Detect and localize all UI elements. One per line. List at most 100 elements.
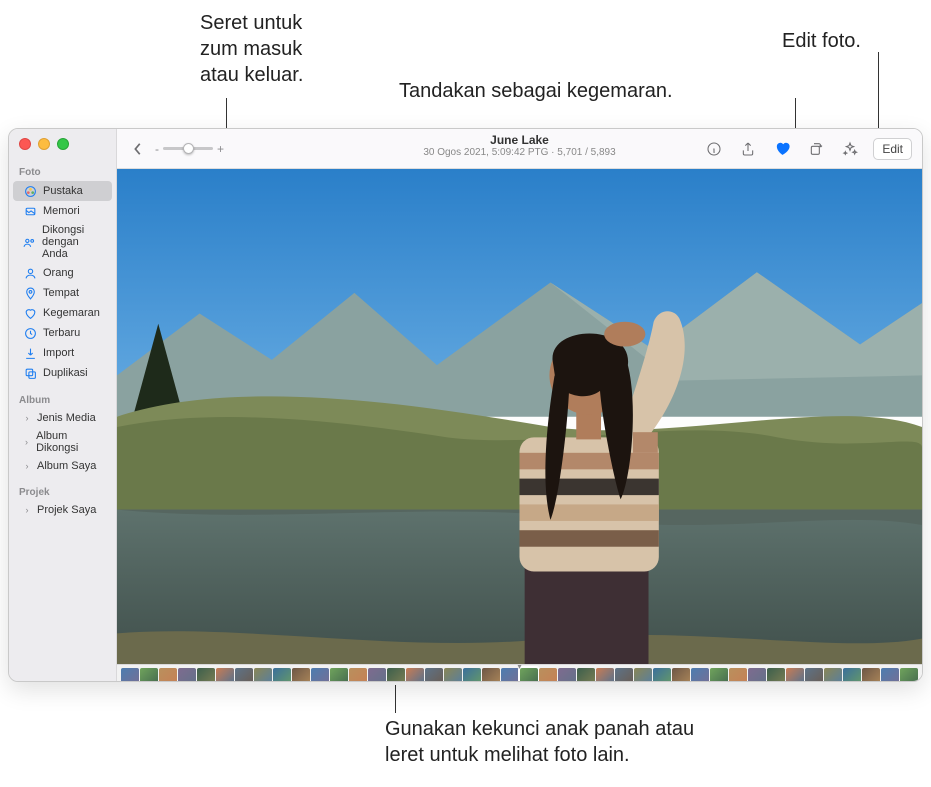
sidebar-item-label: Memori bbox=[43, 205, 80, 217]
thumbnail[interactable] bbox=[900, 668, 918, 682]
thumbnail[interactable] bbox=[862, 668, 880, 682]
thumbnail[interactable] bbox=[539, 668, 557, 682]
thumbnail[interactable] bbox=[615, 668, 633, 682]
chevron-right-icon: › bbox=[23, 437, 30, 447]
zoom-window-button[interactable] bbox=[57, 138, 69, 150]
current-thumb-marker: ▾ bbox=[517, 664, 521, 671]
info-button[interactable] bbox=[703, 138, 725, 160]
sidebar-header-projects: Projek bbox=[9, 481, 116, 501]
thumbnail[interactable] bbox=[558, 668, 576, 682]
heart-icon bbox=[23, 306, 37, 320]
chevron-right-icon: › bbox=[23, 413, 31, 423]
sidebar-item-orang[interactable]: Orang bbox=[13, 263, 112, 283]
thumbnail[interactable] bbox=[634, 668, 652, 682]
thumbnail[interactable] bbox=[577, 668, 595, 682]
thumbnail[interactable] bbox=[520, 668, 538, 682]
sidebar-header-photos: Foto bbox=[9, 161, 116, 181]
share-button[interactable] bbox=[737, 138, 759, 160]
zoom-slider[interactable]: - + bbox=[155, 142, 237, 156]
sidebar-item-album-saya[interactable]: › Album Saya bbox=[13, 457, 112, 475]
sidebar-item-label: Jenis Media bbox=[37, 412, 96, 424]
rotate-button[interactable] bbox=[805, 138, 827, 160]
thumbnail[interactable] bbox=[273, 668, 291, 682]
sidebar-item-label: Album Dikongsi bbox=[36, 430, 104, 454]
thumbnail[interactable] bbox=[767, 668, 785, 682]
sidebar-item-pustaka[interactable]: Pustaka bbox=[13, 181, 112, 201]
thumbnail[interactable] bbox=[463, 668, 481, 682]
callout-zoom: Seret untuk zum masuk atau keluar. bbox=[200, 10, 370, 88]
sidebar-item-dikongsi[interactable]: Dikongsi dengan Anda bbox=[13, 221, 112, 263]
thumbnail[interactable] bbox=[786, 668, 804, 682]
thumbnail[interactable] bbox=[824, 668, 842, 682]
thumbnail[interactable] bbox=[748, 668, 766, 682]
zoom-plus: + bbox=[217, 142, 224, 156]
sidebar-item-label: Terbaru bbox=[43, 327, 80, 339]
thumbnail[interactable] bbox=[596, 668, 614, 682]
thumbnail[interactable] bbox=[197, 668, 215, 682]
thumbnail[interactable] bbox=[482, 668, 500, 682]
thumbnail[interactable] bbox=[710, 668, 728, 682]
sidebar-item-tempat[interactable]: Tempat bbox=[13, 283, 112, 303]
thumbnail[interactable] bbox=[425, 668, 443, 682]
sidebar-item-jenis-media[interactable]: › Jenis Media bbox=[13, 409, 112, 427]
thumbnail-strip[interactable]: ▾ bbox=[117, 664, 922, 682]
duplicate-icon bbox=[23, 366, 37, 380]
import-icon bbox=[23, 346, 37, 360]
zoom-slider-track[interactable] bbox=[163, 147, 213, 150]
sidebar-item-label: Tempat bbox=[43, 287, 79, 299]
thumbnail[interactable] bbox=[805, 668, 823, 682]
shared-icon bbox=[23, 235, 36, 249]
thumbnail[interactable] bbox=[311, 668, 329, 682]
back-button[interactable] bbox=[127, 138, 149, 160]
thumbnail[interactable] bbox=[672, 668, 690, 682]
edit-button[interactable]: Edit bbox=[873, 138, 912, 160]
callout-favorite: Tandakan sebagai kegemaran. bbox=[399, 78, 673, 104]
sidebar-item-import[interactable]: Import bbox=[13, 343, 112, 363]
thumbnail[interactable] bbox=[881, 668, 899, 682]
sidebar-item-album-dikongsi[interactable]: › Album Dikongsi bbox=[13, 427, 112, 457]
callout-edit: Edit foto. bbox=[782, 28, 861, 54]
sidebar-item-projek-saya[interactable]: › Projek Saya bbox=[13, 501, 112, 519]
thumbnail[interactable] bbox=[349, 668, 367, 682]
thumbnail[interactable] bbox=[254, 668, 272, 682]
sidebar-item-terbaru[interactable]: Terbaru bbox=[13, 323, 112, 343]
close-window-button[interactable] bbox=[19, 138, 31, 150]
sidebar-item-memori[interactable]: Memori bbox=[13, 201, 112, 221]
thumbnail[interactable] bbox=[178, 668, 196, 682]
thumbnail[interactable] bbox=[292, 668, 310, 682]
thumbnail[interactable] bbox=[691, 668, 709, 682]
sidebar-item-label: Import bbox=[43, 347, 74, 359]
main-photo-viewer[interactable] bbox=[117, 169, 922, 664]
thumbnail[interactable] bbox=[406, 668, 424, 682]
thumbnail[interactable] bbox=[444, 668, 462, 682]
thumbnail[interactable] bbox=[653, 668, 671, 682]
favorite-button[interactable] bbox=[771, 138, 793, 160]
sidebar-item-kegemaran[interactable]: Kegemaran bbox=[13, 303, 112, 323]
callout-edit-line bbox=[878, 52, 879, 137]
sidebar: Foto Pustaka Memori Dikongsi dengan Anda… bbox=[9, 129, 117, 682]
thumbnail[interactable] bbox=[843, 668, 861, 682]
thumbnail[interactable] bbox=[501, 668, 519, 682]
sidebar-item-duplikasi[interactable]: Duplikasi bbox=[13, 363, 112, 383]
places-icon bbox=[23, 286, 37, 300]
thumbnail[interactable] bbox=[159, 668, 177, 682]
thumbnail[interactable] bbox=[387, 668, 405, 682]
sidebar-item-label: Pustaka bbox=[43, 185, 83, 197]
thumbnail[interactable] bbox=[140, 668, 158, 682]
memories-icon bbox=[23, 204, 37, 218]
window-traffic-lights bbox=[19, 138, 69, 150]
thumbnail[interactable] bbox=[121, 668, 139, 682]
thumbnail[interactable] bbox=[330, 668, 348, 682]
sidebar-item-label: Orang bbox=[43, 267, 74, 279]
minimize-window-button[interactable] bbox=[38, 138, 50, 150]
thumbnail[interactable] bbox=[235, 668, 253, 682]
thumbnail[interactable] bbox=[216, 668, 234, 682]
sidebar-item-label: Duplikasi bbox=[43, 367, 88, 379]
enhance-button[interactable] bbox=[839, 138, 861, 160]
chevron-right-icon: › bbox=[23, 505, 31, 515]
thumbnail[interactable] bbox=[729, 668, 747, 682]
photo-scene bbox=[117, 169, 922, 664]
zoom-minus: - bbox=[155, 142, 159, 156]
thumbnail[interactable] bbox=[368, 668, 386, 682]
zoom-slider-thumb[interactable] bbox=[183, 143, 194, 154]
